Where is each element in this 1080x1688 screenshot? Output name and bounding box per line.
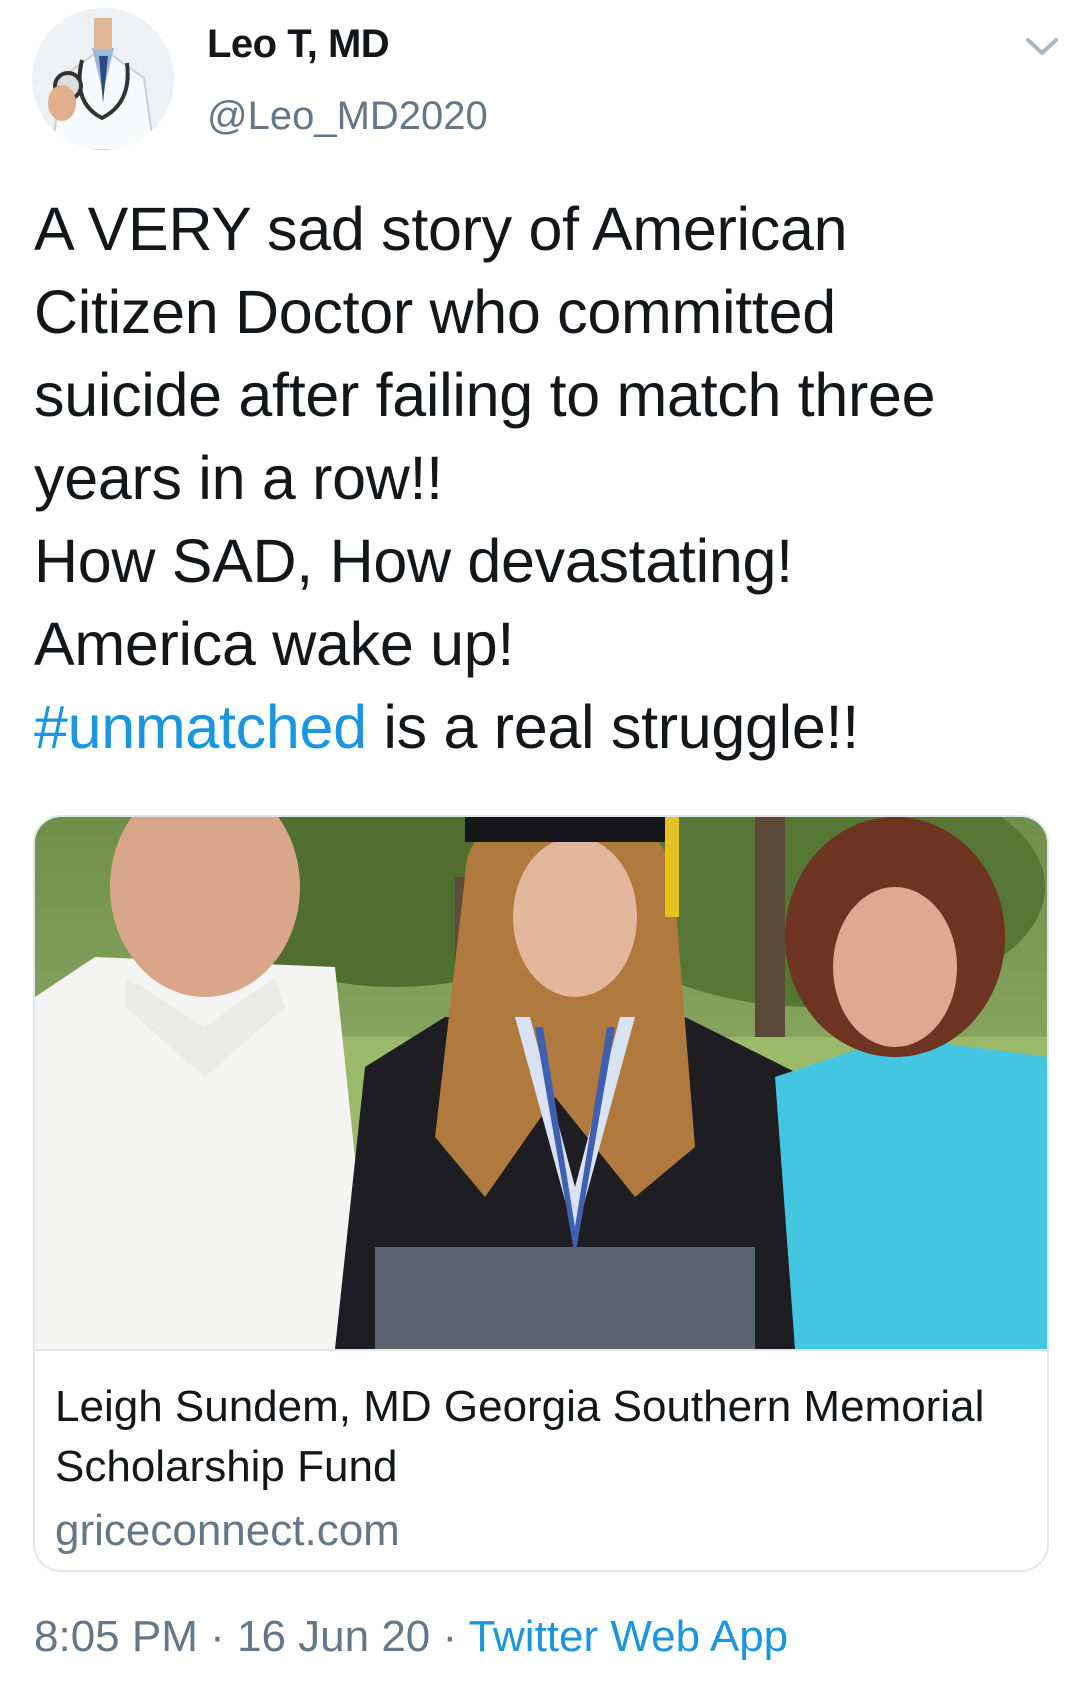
graduation-photo [35, 817, 1047, 1349]
tweet-meta: 8:05 PM · 16 Jun 20 · Twitter Web App [34, 1612, 788, 1662]
tweet-line-rest: is a real struggle!! [366, 693, 859, 761]
tweet-line-hashtag: #unmatched is a real struggle!! [34, 686, 1064, 769]
tweet-header: Leo T, MD @Leo_MD2020 [0, 0, 1080, 170]
user-handle[interactable]: @Leo_MD2020 [207, 94, 488, 139]
tweet-source-link[interactable]: Twitter Web App [469, 1612, 789, 1661]
doctor-avatar-icon [32, 8, 174, 150]
tweet-line: How SAD, How devastating! [34, 527, 793, 595]
hashtag-link[interactable]: #unmatched [34, 693, 367, 761]
card-title: Leigh Sundem, MD Georgia Southern Memori… [55, 1382, 985, 1491]
card-image[interactable] [35, 817, 1047, 1351]
tweet-line: America wake up! [34, 610, 515, 678]
separator: · [197, 1612, 237, 1661]
card-domain: griceconnect.com [55, 1506, 400, 1555]
chevron-down-icon[interactable] [1022, 32, 1062, 62]
tweet-line: Citizen Doctor who committed [34, 278, 836, 346]
avatar[interactable] [32, 8, 174, 150]
card-body: Leigh Sundem, MD Georgia Southern Memori… [55, 1377, 1035, 1559]
tweet-time[interactable]: 8:05 PM [34, 1612, 198, 1661]
tweet-date[interactable]: 16 Jun 20 [237, 1612, 430, 1661]
separator: · [430, 1612, 469, 1661]
tweet-line: A VERY sad story of American [34, 195, 848, 263]
tweet-line: suicide after failing to match three [34, 361, 936, 429]
display-name[interactable]: Leo T, MD [207, 22, 390, 67]
tweet-line: years in a row!! [34, 444, 443, 512]
tweet-text: A VERY sad story of American Citizen Doc… [34, 188, 1064, 769]
link-card[interactable]: Leigh Sundem, MD Georgia Southern Memori… [33, 815, 1049, 1572]
